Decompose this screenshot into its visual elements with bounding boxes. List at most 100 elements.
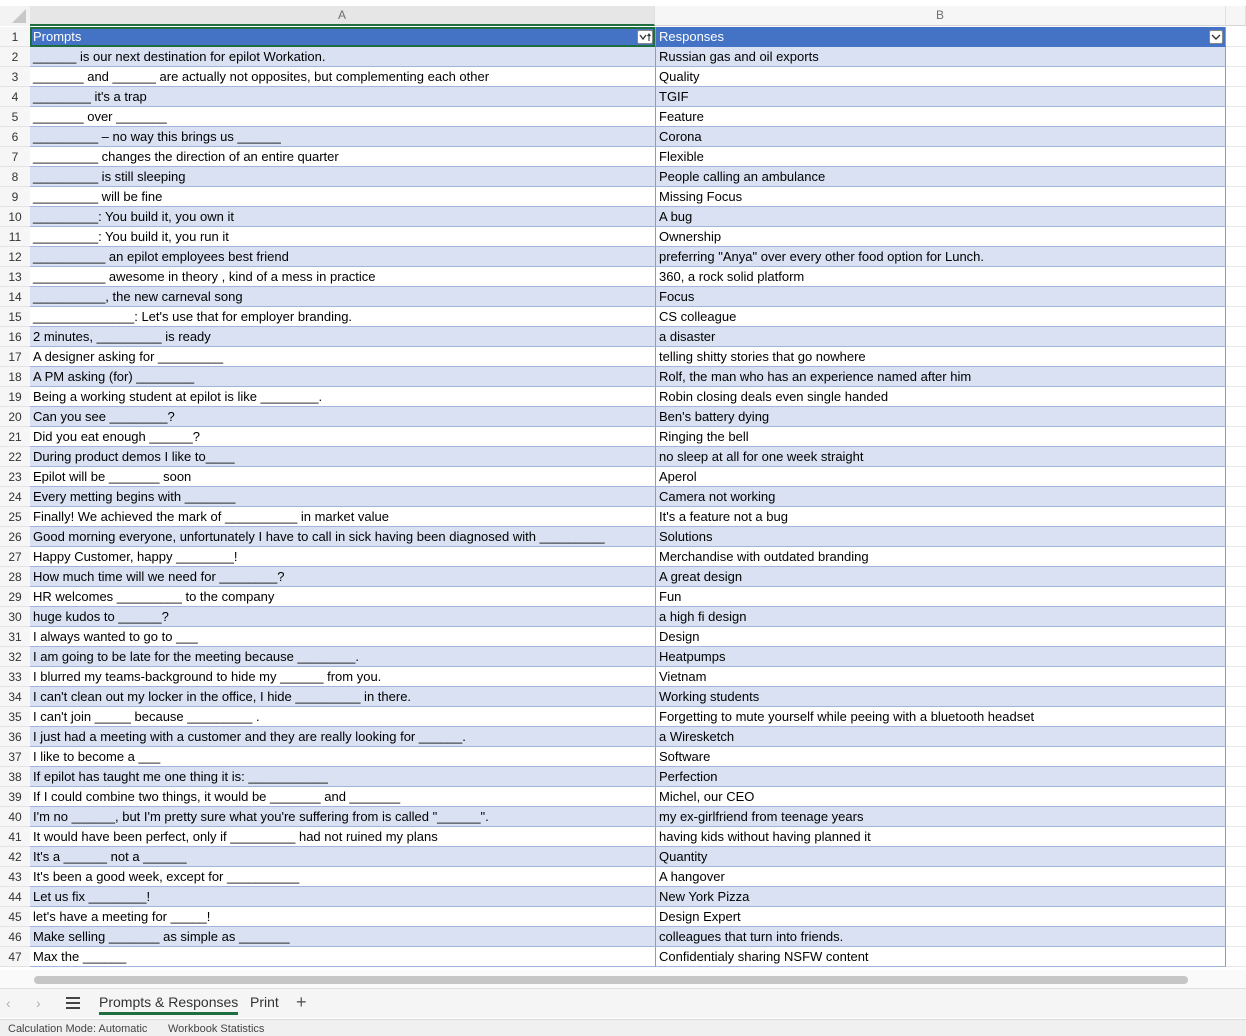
empty-cell[interactable] [1226, 267, 1246, 287]
empty-cell[interactable] [1226, 567, 1246, 587]
response-cell[interactable]: my ex-girlfriend from teenage years [655, 807, 1226, 827]
response-cell[interactable]: CS colleague [655, 307, 1226, 327]
response-cell[interactable]: Quantity [655, 847, 1226, 867]
empty-cell[interactable] [1226, 167, 1246, 187]
empty-cell[interactable] [1226, 347, 1246, 367]
response-cell[interactable]: Michel, our CEO [655, 787, 1226, 807]
row-number[interactable]: 10 [0, 207, 30, 227]
prompt-cell[interactable]: __________ awesome in theory , kind of a… [30, 267, 655, 287]
row-number[interactable]: 12 [0, 247, 30, 267]
row-number[interactable]: 44 [0, 887, 30, 907]
row-number[interactable]: 3 [0, 67, 30, 87]
empty-cell[interactable] [1226, 427, 1246, 447]
prompt-cell[interactable]: _________ is still sleeping [30, 167, 655, 187]
response-cell[interactable]: Software [655, 747, 1226, 767]
row-number[interactable]: 38 [0, 767, 30, 787]
filter-sort-icon[interactable] [637, 30, 653, 44]
empty-cell[interactable] [1226, 587, 1246, 607]
empty-cell[interactable] [1226, 47, 1246, 67]
empty-cell[interactable] [1226, 707, 1246, 727]
row-number[interactable]: 43 [0, 867, 30, 887]
response-cell[interactable]: It's a feature not a bug [655, 507, 1226, 527]
empty-cell[interactable] [1226, 147, 1246, 167]
empty-cell[interactable] [1226, 727, 1246, 747]
row-number[interactable]: 26 [0, 527, 30, 547]
tab-prompts-responses[interactable]: Prompts & Responses [99, 994, 239, 1015]
empty-cell[interactable] [1226, 407, 1246, 427]
prompt-cell[interactable]: It would have been perfect, only if ____… [30, 827, 655, 847]
prompt-cell[interactable]: Happy Customer, happy ________! [30, 547, 655, 567]
row-number[interactable]: 4 [0, 87, 30, 107]
hamburger-icon[interactable] [66, 997, 80, 1012]
empty-cell[interactable] [1226, 307, 1246, 327]
row-number[interactable]: 42 [0, 847, 30, 867]
column-header-a[interactable]: A [30, 6, 655, 26]
row-number[interactable]: 5 [0, 107, 30, 127]
response-cell[interactable]: Corona [655, 127, 1226, 147]
prompt-cell[interactable]: Let us fix ________! [30, 887, 655, 907]
row-number[interactable]: 34 [0, 687, 30, 707]
response-cell[interactable]: Design Expert [655, 907, 1226, 927]
empty-cell[interactable] [1226, 367, 1246, 387]
row-number[interactable]: 8 [0, 167, 30, 187]
response-cell[interactable]: Camera not working [655, 487, 1226, 507]
empty-cell[interactable] [1226, 287, 1246, 307]
empty-cell[interactable] [1226, 507, 1246, 527]
row-number[interactable]: 16 [0, 327, 30, 347]
row-number[interactable]: 1 [0, 27, 30, 47]
response-cell[interactable]: Russian gas and oil exports [655, 47, 1226, 67]
prompt-cell[interactable]: ______________: Let's use that for emplo… [30, 307, 655, 327]
empty-cell[interactable] [1226, 327, 1246, 347]
empty-cell[interactable] [1226, 207, 1246, 227]
empty-cell[interactable] [1226, 827, 1246, 847]
response-cell[interactable]: colleagues that turn into friends. [655, 927, 1226, 947]
empty-cell[interactable] [1226, 767, 1246, 787]
prompt-cell[interactable]: I am going to be late for the meeting be… [30, 647, 655, 667]
empty-cell[interactable] [1226, 67, 1246, 87]
prompt-cell[interactable]: It's been a good week, except for ______… [30, 867, 655, 887]
row-number[interactable]: 11 [0, 227, 30, 247]
response-cell[interactable]: Heatpumps [655, 647, 1226, 667]
row-number[interactable]: 17 [0, 347, 30, 367]
row-number[interactable]: 25 [0, 507, 30, 527]
prompt-cell[interactable]: _________ changes the direction of an en… [30, 147, 655, 167]
row-number[interactable]: 29 [0, 587, 30, 607]
response-cell[interactable]: a Wiresketch [655, 727, 1226, 747]
empty-cell[interactable] [1226, 227, 1246, 247]
response-cell[interactable]: Rolf, the man who has an experience name… [655, 367, 1226, 387]
prompt-cell[interactable]: I blurred my teams-background to hide my… [30, 667, 655, 687]
response-cell[interactable]: A hangover [655, 867, 1226, 887]
tab-print[interactable]: Print [250, 994, 279, 1010]
prompt-cell[interactable]: let's have a meeting for _____! [30, 907, 655, 927]
empty-cell[interactable] [1226, 887, 1246, 907]
empty-cell[interactable] [1226, 647, 1246, 667]
row-number[interactable]: 47 [0, 947, 30, 967]
response-cell[interactable]: People calling an ambulance [655, 167, 1226, 187]
empty-cell[interactable] [1226, 387, 1246, 407]
prompt-cell[interactable]: HR welcomes _________ to the company [30, 587, 655, 607]
prompt-cell[interactable]: Being a working student at epilot is lik… [30, 387, 655, 407]
row-number[interactable]: 7 [0, 147, 30, 167]
prompt-cell[interactable]: _______ and ______ are actually not oppo… [30, 67, 655, 87]
prompt-cell[interactable]: 2 minutes, _________ is ready [30, 327, 655, 347]
prompt-cell[interactable]: Make selling _______ as simple as ______… [30, 927, 655, 947]
prompt-cell[interactable]: I can't join _____ because _________ . [30, 707, 655, 727]
response-cell[interactable]: Ringing the bell [655, 427, 1226, 447]
response-cell[interactable]: Working students [655, 687, 1226, 707]
prompt-cell[interactable]: _________: You build it, you run it [30, 227, 655, 247]
response-cell[interactable]: A great design [655, 567, 1226, 587]
response-cell[interactable]: Design [655, 627, 1226, 647]
empty-cell[interactable] [1226, 487, 1246, 507]
row-number[interactable]: 13 [0, 267, 30, 287]
response-cell[interactable]: Merchandise with outdated branding [655, 547, 1226, 567]
row-number[interactable]: 21 [0, 427, 30, 447]
empty-cell[interactable] [1226, 867, 1246, 887]
response-cell[interactable]: no sleep at all for one week straight [655, 447, 1226, 467]
column-header-c[interactable] [1226, 6, 1246, 26]
row-number[interactable]: 35 [0, 707, 30, 727]
prompt-cell[interactable]: Did you eat enough ______? [30, 427, 655, 447]
empty-cell[interactable] [1226, 687, 1246, 707]
empty-cell[interactable] [1226, 247, 1246, 267]
row-number[interactable]: 36 [0, 727, 30, 747]
response-cell[interactable]: Ownership [655, 227, 1226, 247]
